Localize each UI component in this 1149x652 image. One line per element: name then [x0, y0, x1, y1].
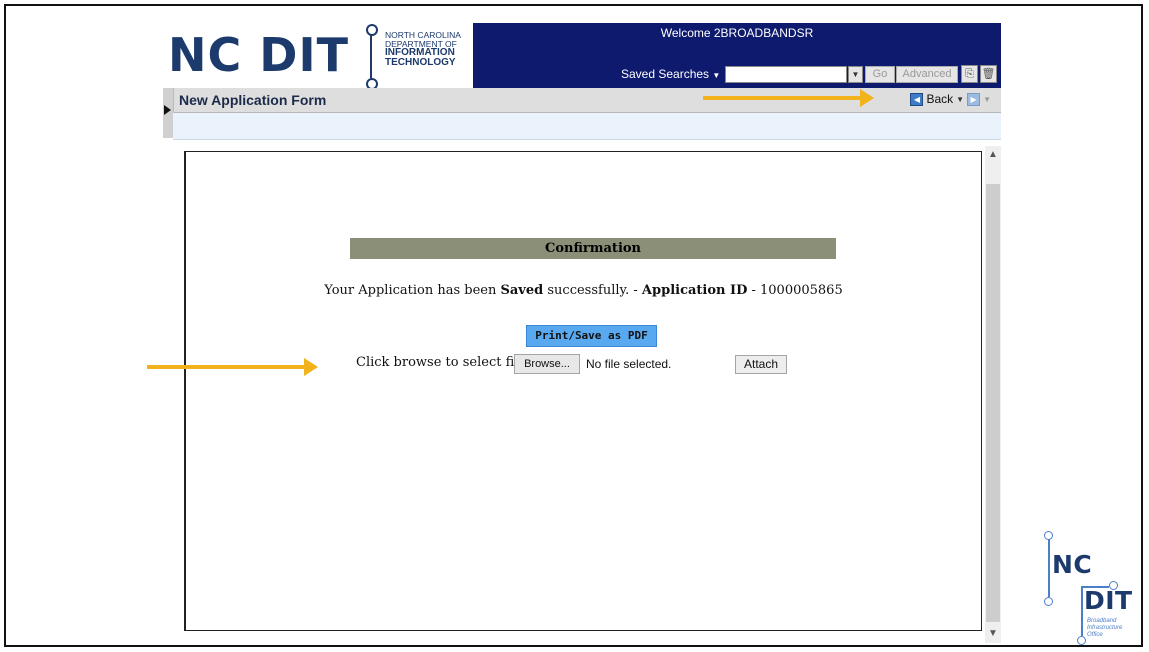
back-button[interactable]: Back — [926, 92, 953, 106]
logo-sub-line-1: Broadband — [1087, 618, 1117, 624]
collapse-triangle-icon — [164, 105, 171, 115]
secondary-toolbar — [173, 113, 1001, 140]
save-search-icon[interactable]: ⎘ — [961, 65, 978, 83]
scroll-thumb[interactable] — [986, 184, 1000, 622]
arrow-head-icon — [304, 358, 318, 376]
page-title: New Application Form — [179, 92, 327, 108]
logo-subtitle-text: Broadband Infrastructure Office — [1087, 618, 1122, 639]
broadband-office-logo: NC DIT Broadband Infrastructure Office — [1040, 528, 1140, 648]
logo-connector-dot-top — [366, 24, 378, 36]
application-id-label: Application ID — [641, 283, 748, 298]
confirmation-header: Confirmation — [350, 238, 836, 259]
saved-searches-label: Saved Searches — [621, 67, 710, 81]
print-save-pdf-button[interactable]: Print/Save as PDF — [526, 325, 657, 347]
advanced-button[interactable]: Advanced — [896, 66, 958, 83]
logo-dot-icon — [1044, 597, 1053, 606]
attach-button[interactable]: Attach — [735, 355, 787, 374]
logo-nc-text: NC — [1052, 550, 1093, 579]
logo-connector-line — [370, 31, 372, 81]
saved-message-saved: Saved — [500, 283, 544, 298]
file-status: No file selected. — [586, 357, 672, 371]
logo-wordmark: NC DIT — [168, 28, 349, 82]
scroll-down-icon[interactable]: ▼ — [985, 627, 1001, 641]
saved-message-part-2: successfully. - — [543, 283, 642, 298]
saved-message-part-1: Your Application has been — [324, 283, 501, 298]
forward-arrow-icon[interactable]: ▶ — [967, 92, 981, 106]
browse-button[interactable]: Browse... — [514, 354, 580, 374]
go-button[interactable]: Go — [865, 66, 895, 83]
application-window: NC DIT NORTH CAROLINA DEPARTMENT OF INFO… — [163, 23, 1001, 643]
logo-subtitle: NORTH CAROLINA DEPARTMENT OF INFORMATION… — [385, 31, 461, 68]
delete-search-icon[interactable]: 🗑 — [980, 65, 997, 83]
back-arrow-icon[interactable]: ◀ — [910, 92, 924, 106]
logo-line — [1048, 539, 1050, 597]
file-prompt: Click browse to select file — [356, 355, 527, 370]
header: NC DIT NORTH CAROLINA DEPARTMENT OF INFO… — [163, 23, 1001, 90]
annotation-arrow-back — [703, 89, 874, 107]
confirmation-frame: Confirmation Your Application has been S… — [184, 151, 982, 631]
arrow-head-icon — [860, 89, 874, 107]
dropdown-arrow-icon[interactable]: ▼ — [848, 66, 863, 83]
back-navigation: ◀ Back ▼ ▶ ▼ — [910, 92, 991, 106]
page-title-bar: New Application Form ◀ Back ▼ ▶ ▼ — [163, 88, 1001, 113]
application-id-value: - 1000005865 — [747, 283, 843, 298]
logo-dit-text: DIT — [1084, 586, 1133, 615]
annotation-arrow-browse — [147, 358, 318, 376]
forward-caret-down-icon[interactable]: ▼ — [983, 95, 991, 104]
nc-dit-logo: NC DIT NORTH CAROLINA DEPARTMENT OF INFO… — [163, 23, 473, 90]
logo-dot-icon — [1077, 636, 1086, 645]
logo-sub-line-4: TECHNOLOGY — [385, 57, 456, 68]
saved-search-select[interactable] — [725, 66, 847, 83]
caret-down-icon: ▼ — [712, 71, 721, 80]
vertical-scrollbar[interactable]: ▲ ▼ — [985, 146, 1001, 643]
welcome-text: Welcome 2BROADBANDSR — [660, 26, 814, 40]
scroll-up-icon[interactable]: ▲ — [985, 148, 1001, 162]
saved-searches-menu[interactable]: Saved Searches ▼ — [621, 67, 720, 81]
back-caret-down-icon[interactable]: ▼ — [956, 95, 964, 104]
logo-sub-line-2: Infrastructure — [1087, 625, 1123, 631]
header-navy-panel: Welcome 2BROADBANDSR Saved Searches ▼ ▼ … — [473, 23, 1001, 88]
logo-line — [1081, 586, 1083, 636]
logo-sub-line-3: Office — [1087, 632, 1103, 638]
saved-message: Your Application has been Saved successf… — [186, 283, 981, 298]
